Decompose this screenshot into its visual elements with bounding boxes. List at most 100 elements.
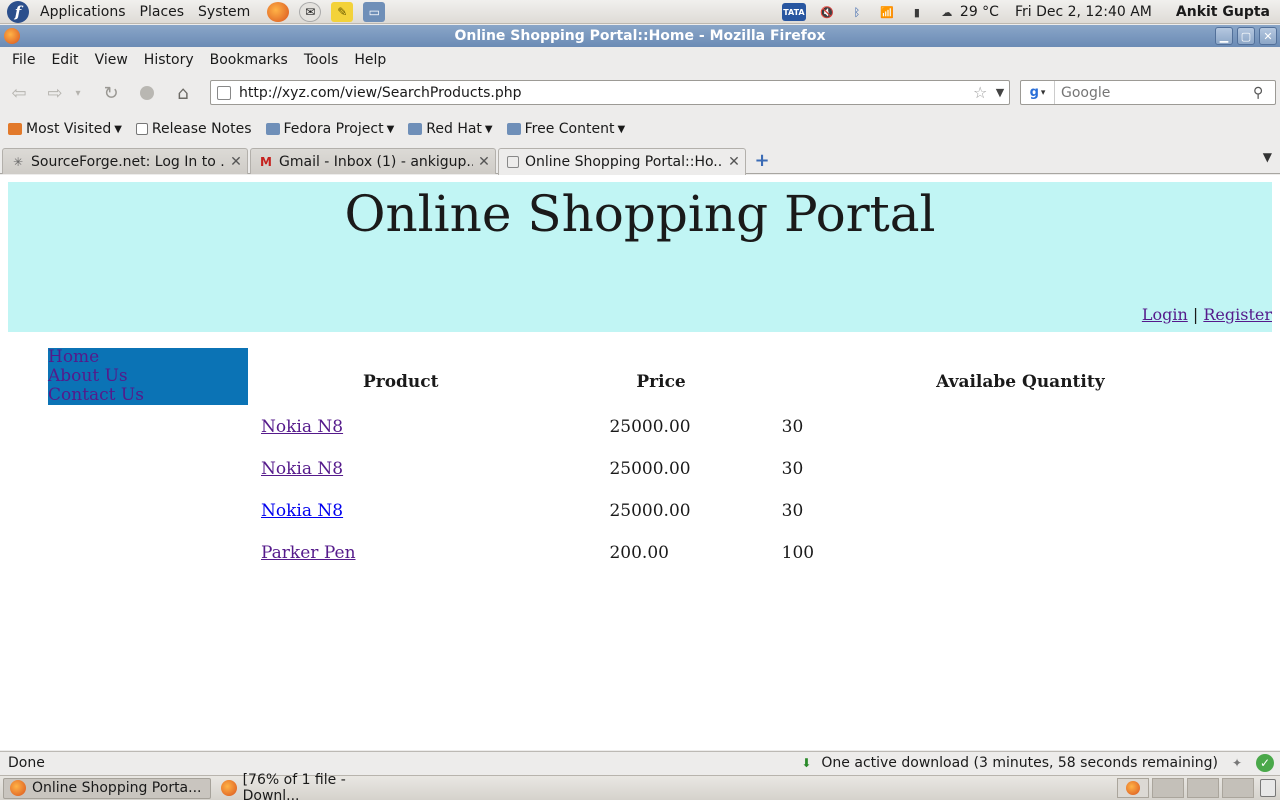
check-icon[interactable]: ✓ — [1256, 754, 1274, 772]
applications-menu[interactable]: Applications — [37, 4, 129, 20]
system-menu[interactable]: System — [195, 4, 253, 20]
close-tab-icon[interactable]: ✕ — [225, 154, 247, 170]
download-status[interactable]: One active download (3 minutes, 58 secon… — [821, 755, 1218, 771]
close-tab-icon[interactable]: ✕ — [473, 154, 495, 170]
download-arrow-icon[interactable]: ⬇ — [801, 756, 815, 770]
tab-online-shopping-portal[interactable]: Online Shopping Portal::Ho... ✕ — [498, 148, 746, 175]
quantity-cell: 30 — [781, 501, 804, 521]
table-row: Nokia N8 25000.00 30 — [252, 416, 1268, 438]
quantity-cell: 100 — [781, 543, 815, 563]
product-link[interactable]: Nokia N8 — [261, 417, 343, 437]
bookmarks-toolbar: Most Visited ▼ Release Notes Fedora Proj… — [0, 116, 1280, 142]
bookmark-star-icon[interactable]: ☆ — [973, 83, 991, 102]
product-link[interactable]: Parker Pen — [261, 543, 356, 563]
stop-icon[interactable] — [133, 79, 161, 107]
url-text[interactable]: http://xyz.com/view/SearchProducts.php — [239, 85, 973, 101]
search-input[interactable] — [1055, 84, 1253, 101]
menu-view[interactable]: View — [91, 52, 132, 68]
bookmark-most-visited[interactable]: Most Visited ▼ — [6, 121, 124, 137]
clock[interactable]: Fri Dec 2, 12:40 AM — [1015, 4, 1152, 20]
firefox-window-icon[interactable] — [4, 28, 20, 44]
workspace-1[interactable] — [1117, 778, 1149, 798]
chevron-down-icon: ▼ — [114, 123, 122, 135]
addon-plug-icon[interactable]: ✦ — [1228, 754, 1246, 772]
menu-edit[interactable]: Edit — [47, 52, 82, 68]
product-link[interactable]: Nokia N8 — [261, 501, 343, 521]
url-dropdown-icon[interactable]: ▼ — [991, 86, 1009, 99]
search-engine-selector[interactable]: g ▾ — [1021, 81, 1055, 104]
evolution-mail-icon[interactable]: ✉ — [299, 1, 322, 22]
close-window-button[interactable]: ✕ — [1259, 27, 1277, 45]
table-row: Parker Pen 200.00 100 — [252, 542, 1268, 564]
price-cell: 25000.00 — [609, 417, 691, 437]
gnome-top-panel: f Applications Places System ✉ ✎ ▭ TATA … — [0, 0, 1280, 24]
weather-cloud-icon: ☁ — [941, 5, 953, 19]
url-bar[interactable]: http://xyz.com/view/SearchProducts.php ☆… — [210, 80, 1010, 105]
weather-temperature[interactable]: 29 °C — [960, 4, 999, 20]
column-header-product: Product — [362, 372, 439, 392]
firefox-launcher-icon[interactable] — [267, 1, 290, 22]
fedora-logo-icon[interactable]: f — [7, 0, 29, 23]
tab-sourceforge[interactable]: ✳ SourceForge.net: Log In to ... ✕ — [2, 148, 248, 174]
tab-list-chevron-icon[interactable]: ▼ — [1263, 150, 1272, 164]
workspace-3[interactable] — [1187, 778, 1219, 798]
minimize-button[interactable]: ▁ — [1215, 27, 1233, 45]
firefox-icon — [1126, 781, 1140, 795]
bookmark-fedora-project[interactable]: Fedora Project ▼ — [264, 121, 397, 137]
trash-icon[interactable] — [1260, 779, 1276, 797]
user-name[interactable]: Ankit Gupta — [1176, 4, 1270, 20]
folder-icon — [408, 123, 423, 135]
tab-gmail[interactable]: M Gmail - Inbox (1) - ankigup... ✕ — [250, 148, 496, 174]
menu-tools[interactable]: Tools — [300, 52, 343, 68]
nav-home-link[interactable]: Home — [48, 348, 248, 367]
search-magnifier-icon[interactable]: ⚲ — [1253, 85, 1275, 101]
price-cell: 25000.00 — [609, 459, 691, 479]
folder-icon — [506, 123, 521, 135]
bookmark-free-content[interactable]: Free Content ▼ — [505, 121, 628, 137]
tata-network-icon[interactable]: TATA — [781, 3, 806, 21]
product-cell: Nokia N8 — [252, 416, 549, 438]
reload-icon[interactable]: ↻ — [97, 79, 125, 107]
taskbar-downloads-window[interactable]: [76% of 1 file - Downl... — [214, 772, 410, 800]
product-link[interactable]: Nokia N8 — [261, 459, 343, 479]
search-bar[interactable]: g▾ ⚲ — [1020, 80, 1276, 105]
loading-spinner-icon: ✳ — [12, 154, 24, 169]
new-tab-plus-icon[interactable]: + — [752, 150, 772, 171]
back-arrow-icon[interactable]: ⇦ — [5, 79, 33, 107]
status-text: Done — [8, 754, 45, 771]
window-title: Online Shopping Portal::Home - Mozilla F… — [454, 28, 826, 44]
menu-bookmarks[interactable]: Bookmarks — [206, 52, 292, 68]
places-menu[interactable]: Places — [137, 4, 188, 20]
bookmark-red-hat[interactable]: Red Hat ▼ — [406, 121, 494, 137]
site-identity-icon[interactable] — [217, 85, 231, 100]
auth-separator: | — [1192, 305, 1199, 324]
login-link[interactable]: Login — [1142, 305, 1188, 324]
wireless-icon[interactable]: 📶 — [878, 3, 896, 21]
battery-icon[interactable]: ▮ — [908, 3, 926, 21]
workspace-4[interactable] — [1222, 778, 1254, 798]
table-row: Nokia N8 25000.00 30 — [252, 458, 1268, 480]
menu-help[interactable]: Help — [350, 52, 390, 68]
nav-contact-us-link[interactable]: Contact Us — [48, 386, 248, 405]
volume-muted-icon[interactable]: 🔇 — [818, 3, 836, 21]
workspace-2[interactable] — [1152, 778, 1184, 798]
window-title-bar[interactable]: Online Shopping Portal::Home - Mozilla F… — [0, 25, 1280, 47]
history-dropdown-icon[interactable]: ▾ — [71, 79, 85, 107]
nav-about-us-link[interactable]: About Us — [48, 367, 248, 386]
site-header: Online Shopping Portal Login | Register — [8, 182, 1272, 332]
bluetooth-icon[interactable]: ᛒ — [848, 3, 866, 21]
notes-editor-icon[interactable]: ✎ — [331, 1, 354, 22]
close-tab-icon[interactable]: ✕ — [723, 154, 745, 170]
column-header-quantity: Availabe Quantity — [936, 372, 1105, 392]
menu-history[interactable]: History — [140, 52, 198, 68]
forward-arrow-icon[interactable]: ⇨ — [41, 79, 69, 107]
maximize-button[interactable]: ▢ — [1237, 27, 1255, 45]
status-bar: Done ⬇ One active download (3 minutes, 5… — [0, 751, 1280, 773]
taskbar-firefox-window[interactable]: Online Shopping Porta... — [3, 777, 211, 799]
bookmark-release-notes[interactable]: Release Notes — [134, 121, 254, 137]
menu-file[interactable]: File — [8, 52, 39, 68]
file-manager-icon[interactable]: ▭ — [363, 1, 386, 22]
site-title: Online Shopping Portal — [344, 185, 936, 243]
home-icon[interactable]: ⌂ — [169, 79, 197, 107]
register-link[interactable]: Register — [1203, 305, 1272, 324]
